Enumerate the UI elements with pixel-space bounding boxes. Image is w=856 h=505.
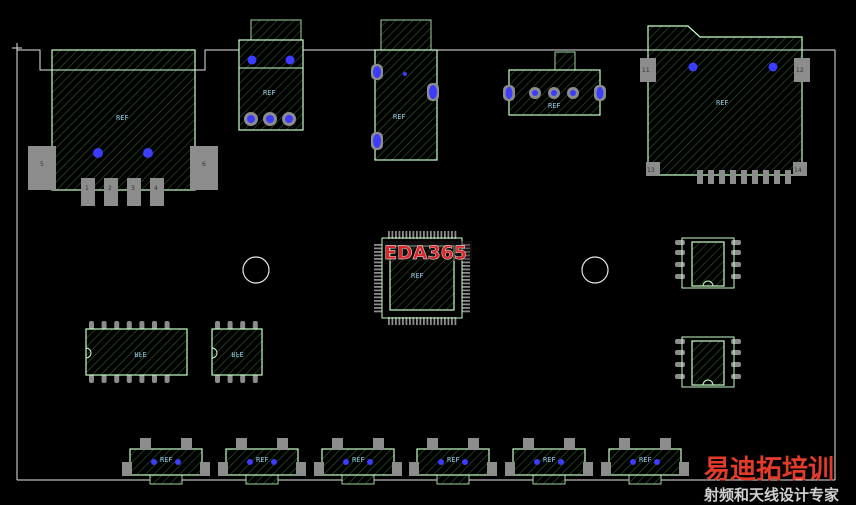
watermark-title: 易迪拓培训 bbox=[704, 455, 834, 485]
mounting-hole-right bbox=[581, 256, 609, 284]
tactile-switch[interactable]: REF bbox=[409, 438, 497, 485]
qfp-pin[interactable] bbox=[374, 275, 382, 278]
qfp-pin[interactable] bbox=[462, 265, 470, 267]
ic-dip8[interactable]: ƎꟻЯ bbox=[211, 321, 263, 383]
qfp-pin[interactable] bbox=[374, 286, 382, 288]
switch-slide[interactable]: REF bbox=[503, 51, 606, 116]
tactile-switch[interactable]: REF bbox=[218, 438, 306, 485]
tactile-switch[interactable]: REF bbox=[122, 438, 210, 485]
mount-hole bbox=[143, 148, 153, 158]
qfp-pin[interactable] bbox=[462, 303, 470, 306]
qfp-pin[interactable] bbox=[374, 293, 382, 295]
svg-text:11: 11 bbox=[642, 67, 650, 74]
qfp-pin[interactable] bbox=[374, 251, 382, 253]
svg-text:4: 4 bbox=[154, 185, 158, 192]
svg-text:1: 1 bbox=[85, 185, 89, 192]
svg-text:6: 6 bbox=[202, 161, 206, 168]
connector-dc-jack[interactable]: REF bbox=[371, 19, 439, 161]
qfp-pin[interactable] bbox=[462, 296, 470, 299]
ref-designator: REF bbox=[411, 272, 424, 280]
pcb-layout-canvas[interactable]: 5 6 1 2 3 4 REF REF REF REF 11 12 13 14 … bbox=[0, 0, 856, 505]
qfp-pin[interactable] bbox=[374, 307, 382, 309]
pad-4[interactable] bbox=[150, 178, 164, 206]
pad-5[interactable] bbox=[28, 146, 56, 190]
ref-designator: REF bbox=[352, 456, 365, 464]
qfp-pin[interactable] bbox=[374, 261, 382, 264]
svg-text:12: 12 bbox=[796, 67, 804, 74]
qfp-pin[interactable] bbox=[374, 247, 382, 250]
mount-hole bbox=[93, 148, 103, 158]
pad-1[interactable] bbox=[81, 178, 95, 206]
qfp-pin[interactable] bbox=[462, 272, 470, 274]
ref-designator: REF bbox=[393, 113, 406, 121]
tactile-switch[interactable]: REF bbox=[601, 438, 689, 485]
qfp-pin[interactable] bbox=[374, 254, 382, 257]
qfp-pin[interactable] bbox=[374, 300, 382, 302]
qfp-pin[interactable] bbox=[374, 289, 382, 292]
svg-text:13: 13 bbox=[647, 167, 655, 174]
ref-designator: REF bbox=[548, 102, 561, 110]
pad-3[interactable] bbox=[127, 178, 141, 206]
svg-text:3: 3 bbox=[131, 185, 135, 192]
qfp-pin[interactable] bbox=[462, 279, 470, 281]
ref-designator: ƎꟻЯ bbox=[135, 350, 147, 358]
ref-designator: REF bbox=[639, 456, 652, 464]
ref-designator: REF bbox=[263, 89, 276, 97]
qfp-pin[interactable] bbox=[374, 258, 382, 260]
connector-audio-jack[interactable]: REF bbox=[238, 19, 304, 131]
ic-qfp-mcu[interactable]: REF EDA365 bbox=[374, 231, 472, 325]
qfp-pin[interactable] bbox=[374, 282, 382, 285]
ic-soic8-lower[interactable] bbox=[675, 336, 741, 388]
connector-usb-b[interactable]: 5 6 1 2 3 4 REF bbox=[28, 49, 218, 206]
qfp-pin[interactable] bbox=[462, 275, 470, 278]
pad-6[interactable] bbox=[190, 146, 218, 190]
qfp-pin[interactable] bbox=[462, 289, 470, 292]
qfp-pin[interactable] bbox=[462, 282, 470, 285]
qfp-pin[interactable] bbox=[462, 268, 470, 271]
qfp-pin[interactable] bbox=[374, 296, 382, 299]
qfp-pin[interactable] bbox=[374, 265, 382, 267]
svg-text:2: 2 bbox=[108, 185, 112, 192]
qfp-pin[interactable] bbox=[374, 272, 382, 274]
ref-designator: REF bbox=[256, 456, 269, 464]
tactile-switch[interactable]: REF bbox=[314, 438, 402, 485]
qfp-pin[interactable] bbox=[374, 279, 382, 281]
qfp-pin[interactable] bbox=[462, 300, 470, 302]
ref-designator: REF bbox=[543, 456, 556, 464]
qfp-pin[interactable] bbox=[462, 286, 470, 288]
qfp-pin[interactable] bbox=[374, 310, 382, 313]
center-logo-text: EDA365 bbox=[384, 242, 467, 264]
ref-designator: ƎꟻЯ bbox=[232, 350, 244, 358]
svg-text:5: 5 bbox=[40, 161, 44, 168]
ref-designator: REF bbox=[447, 456, 460, 464]
pad-2[interactable] bbox=[104, 178, 118, 206]
ref-designator: REF bbox=[716, 99, 729, 107]
mounting-hole-left bbox=[242, 256, 270, 284]
ic-dip14[interactable]: ƎꟻЯ bbox=[85, 321, 188, 383]
ref-designator: REF bbox=[116, 114, 129, 122]
qfp-pin[interactable] bbox=[374, 244, 382, 246]
watermark-subtitle: 射频和天线设计专家 bbox=[703, 486, 839, 504]
ref-designator: REF bbox=[160, 456, 173, 464]
qfp-pin[interactable] bbox=[462, 310, 470, 313]
sd-card-socket[interactable]: 11 12 13 14 REF bbox=[640, 25, 810, 184]
watermark: 易迪拓培训 射频和天线设计专家 bbox=[703, 455, 839, 504]
ic-soic8-upper[interactable] bbox=[675, 237, 741, 289]
qfp-pin[interactable] bbox=[374, 268, 382, 271]
tactile-switch[interactable]: REF bbox=[505, 438, 593, 485]
svg-text:14: 14 bbox=[794, 167, 802, 174]
qfp-pin[interactable] bbox=[462, 293, 470, 295]
qfp-pin[interactable] bbox=[462, 307, 470, 309]
qfp-pin[interactable] bbox=[374, 303, 382, 306]
switch-row: REF REF REF REF REF REF bbox=[122, 438, 689, 485]
